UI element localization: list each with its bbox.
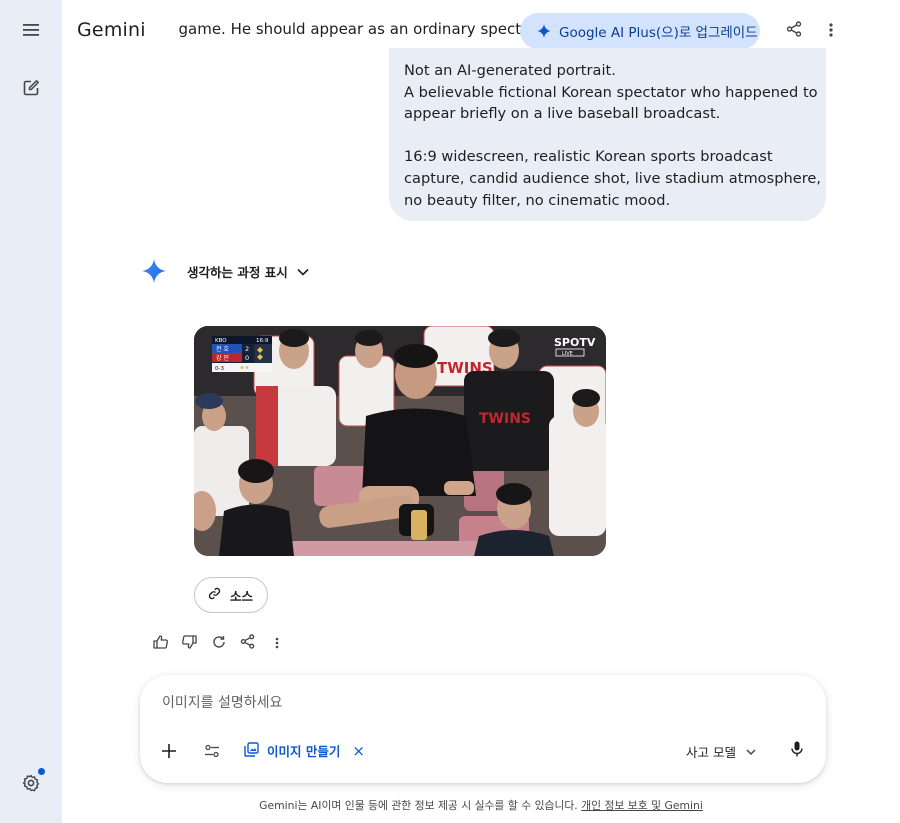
share-icon — [786, 21, 802, 41]
score-bottom: 0 — [245, 354, 249, 362]
footer-disclaimer: Gemini는 AI이며 인물 등에 관한 정보 제공 시 실수를 할 수 있습… — [62, 797, 900, 813]
user-message-line: capture, candid audience shot, live stad… — [404, 169, 821, 187]
share-conversation-button[interactable] — [780, 17, 808, 45]
thumbs-down-icon — [182, 634, 197, 653]
thinking-label: 생각하는 과정 표시 — [187, 265, 288, 280]
upgrade-button[interactable]: Google AI Plus(으)로 업그레이드 — [520, 13, 760, 49]
score-inning: 16:9 — [256, 338, 269, 344]
user-message-line: appear briefly on a live baseball broadc… — [404, 105, 721, 123]
user-message-line: 16:9 widescreen, realistic Korean sports… — [404, 148, 773, 166]
response-actions — [146, 630, 291, 656]
main-menu-button[interactable] — [13, 12, 49, 48]
score-league: KBO — [215, 338, 227, 344]
gemini-sparkle-icon — [142, 259, 166, 287]
upgrade-label: Google AI Plus(으)로 업그레이드 — [559, 25, 758, 41]
app-title[interactable]: Gemini — [77, 19, 146, 41]
team-bottom: 강 민 — [216, 354, 229, 362]
microphone-icon — [791, 741, 803, 761]
svg-text:TWINS: TWINS — [479, 411, 531, 427]
plus-icon — [162, 743, 176, 762]
menu-icon — [23, 24, 39, 36]
broadcaster-name: SPOTV — [554, 336, 596, 349]
add-files-button[interactable] — [158, 741, 180, 763]
sources-label: 소스 — [230, 588, 254, 604]
scoreboard-overlay: KBO 16:9 전 호 강 민 2 0 0-3 — [212, 336, 272, 372]
sparkle-icon — [537, 24, 551, 38]
new-chat-button[interactable] — [13, 69, 49, 105]
team-top: 전 호 — [216, 345, 229, 353]
user-message-line: A believable fictional Korean spectator … — [404, 83, 818, 101]
stadium-crowd-picture: TWINS TWINS KBO 16:9 전 호 강 민 2 0 0-3 SPO… — [194, 326, 606, 556]
regenerate-button[interactable] — [204, 630, 233, 656]
image-gallery-icon — [244, 741, 259, 760]
sidebar — [0, 0, 62, 823]
tune-icon — [204, 743, 220, 762]
broadcaster-sub: LIVE — [562, 351, 573, 357]
more-vert-icon — [275, 634, 279, 653]
score-top: 2 — [245, 345, 249, 353]
new-chat-icon — [23, 79, 40, 96]
disclaimer-text: Gemini는 AI이며 인물 등에 관한 정보 제공 시 실수를 할 수 있습… — [259, 799, 578, 812]
settings-icon — [22, 774, 40, 792]
user-message-bubble: Not an AI-generated portrait. A believab… — [389, 48, 826, 221]
sources-button[interactable]: 소스 — [194, 577, 268, 613]
image-tool-chip[interactable]: 이미지 만들기 × — [244, 741, 365, 760]
chevron-down-icon — [288, 264, 309, 279]
generated-image[interactable]: TWINS TWINS KBO 16:9 전 호 강 민 2 0 0-3 SPO… — [194, 326, 606, 556]
model-label: 사고 모델 — [686, 745, 736, 760]
bad-response-button[interactable] — [175, 630, 204, 656]
share-response-button[interactable] — [233, 630, 262, 656]
model-selector[interactable]: 사고 모델 — [686, 742, 756, 761]
thumbs-up-icon — [153, 634, 168, 653]
remove-tool-button[interactable]: × — [352, 742, 365, 760]
chevron-down-icon — [736, 744, 756, 759]
user-message-line: Not an AI-generated portrait. — [404, 62, 616, 79]
show-thinking-toggle[interactable]: 생각하는 과정 표시 — [187, 262, 309, 281]
prompt-box: 이미지 만들기 × 사고 모델 — [140, 675, 826, 783]
more-response-options-button[interactable] — [262, 630, 291, 656]
user-message-line: no beauty filter, no cinematic mood. — [404, 191, 671, 209]
user-message-line — [404, 125, 811, 147]
conversation-title-text: he game. He should appear as an ordinary… — [175, 20, 527, 38]
more-vert-icon — [829, 22, 833, 41]
image-tool-label: 이미지 만들기 — [267, 744, 341, 759]
conversation-title[interactable]: he game. He should appear as an ordinary… — [175, 20, 527, 38]
prompt-input[interactable] — [162, 695, 682, 711]
microphone-button[interactable] — [785, 739, 809, 763]
tools-button[interactable] — [201, 741, 223, 763]
count-text: 0-3 — [215, 366, 224, 372]
more-options-button[interactable] — [817, 17, 845, 45]
privacy-link[interactable]: 개인 정보 보호 및 Gemini — [581, 799, 703, 812]
notification-dot — [38, 768, 45, 775]
regenerate-icon — [212, 634, 226, 653]
link-icon — [208, 587, 230, 603]
good-response-button[interactable] — [146, 630, 175, 656]
settings-button[interactable] — [13, 765, 49, 801]
share-icon — [240, 633, 255, 653]
